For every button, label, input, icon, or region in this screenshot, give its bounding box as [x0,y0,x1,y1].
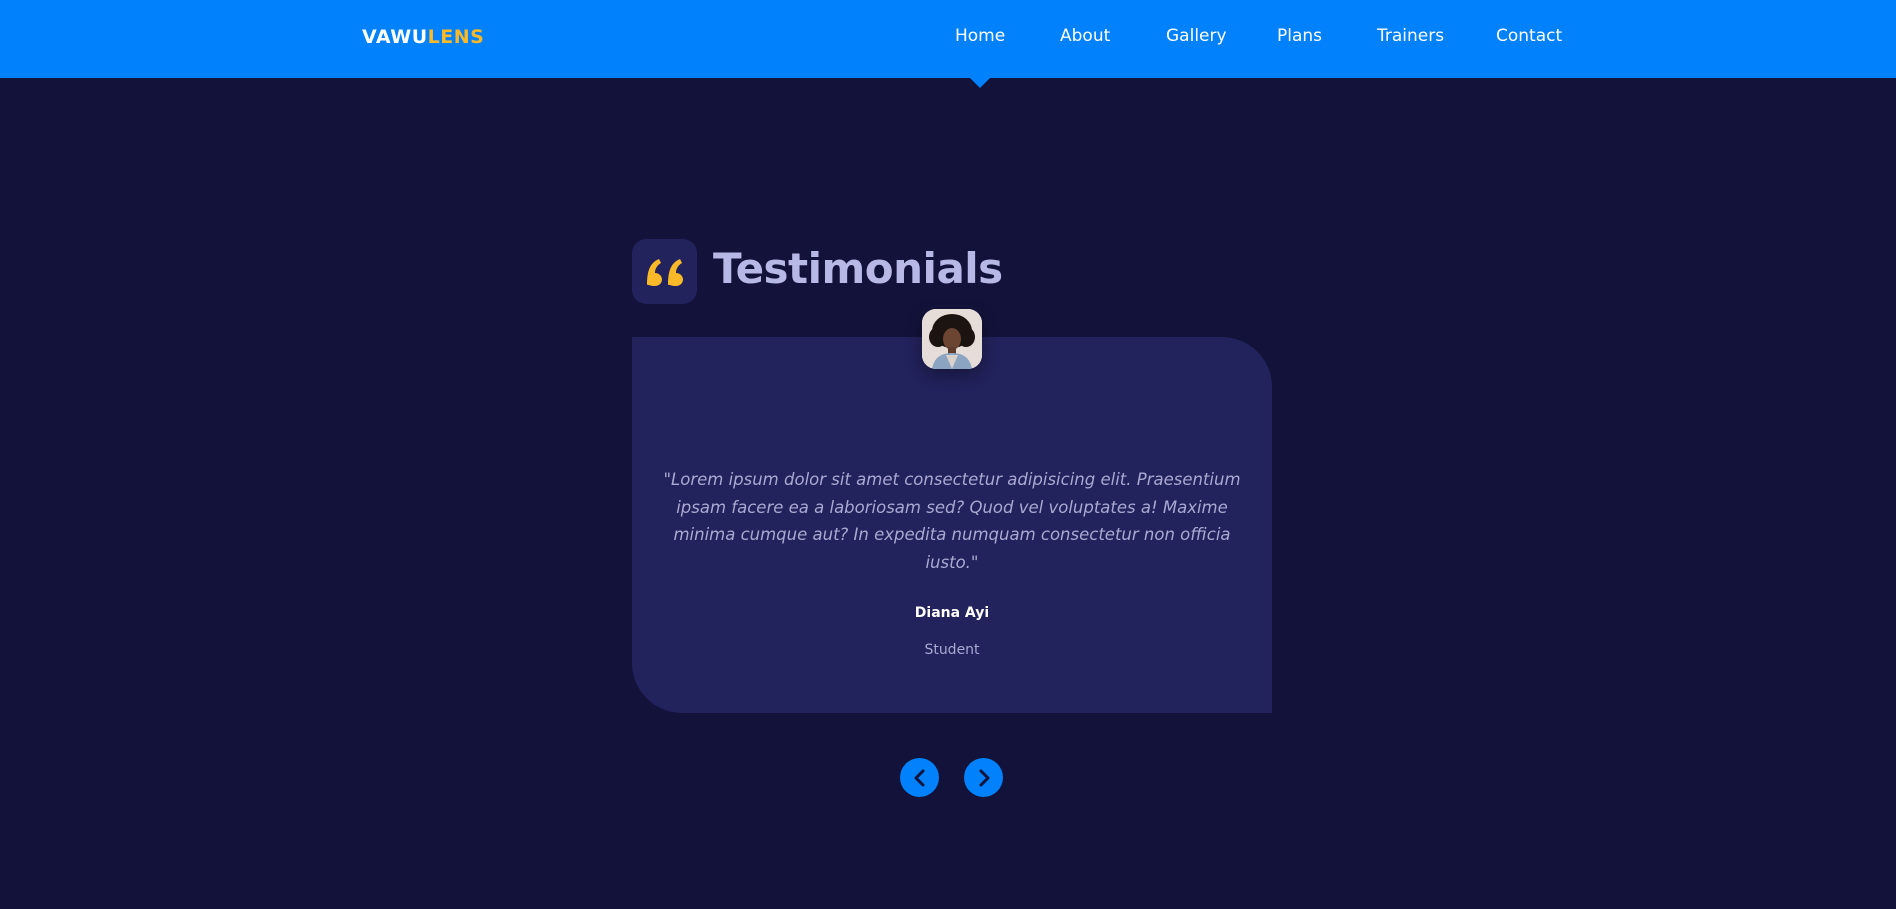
nav-link-home[interactable]: Home [955,26,1005,46]
nav-link-about[interactable]: About [1060,26,1110,46]
nav-link-plans[interactable]: Plans [1277,26,1322,46]
logo-text-primary: VAWU [362,26,428,48]
nav-link-contact[interactable]: Contact [1496,26,1562,46]
testimonial-author-name: Diana Ayi [914,605,990,621]
nav-link-trainers[interactable]: Trainers [1377,26,1444,46]
prev-slide-button[interactable] [900,758,939,797]
quote-icon [632,239,697,304]
logo[interactable]: VAWULENS [362,26,484,48]
testimonial-quote: "Lorem ipsum dolor sit amet consectetur … [663,470,1241,572]
active-nav-indicator [969,77,991,88]
testimonial-author-role: Student [924,642,980,658]
chevron-left-icon [914,769,924,786]
logo-text-accent: LENS [427,26,485,48]
avatar [922,309,982,369]
nav-link-gallery[interactable]: Gallery [1166,26,1227,46]
next-slide-button[interactable] [964,758,1003,797]
navbar: VAWULENS Home About Gallery Plans Traine… [0,0,1896,78]
section-title: Testimonials [713,244,1003,293]
chevron-right-icon [979,769,989,786]
